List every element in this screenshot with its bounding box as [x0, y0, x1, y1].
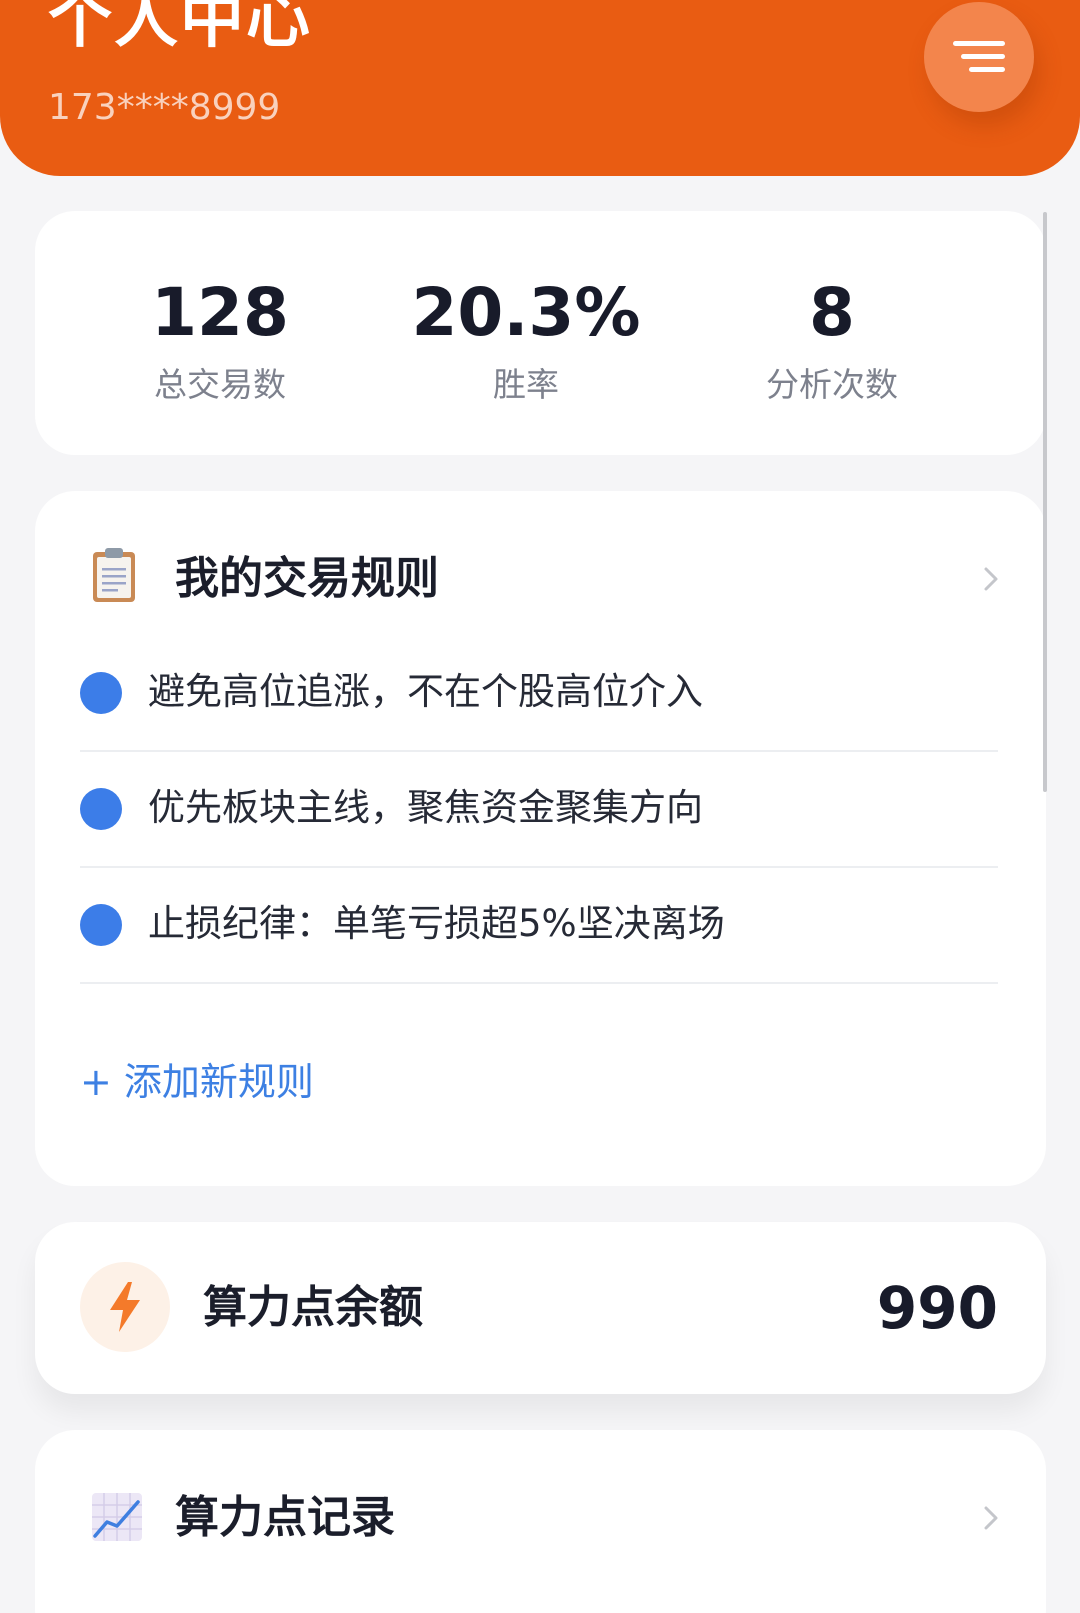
lightning-icon	[110, 1282, 140, 1332]
rule-item[interactable]: 优先板块主线，聚焦资金聚集方向	[80, 752, 998, 868]
divider	[80, 982, 998, 984]
menu-button[interactable]	[924, 2, 1034, 112]
chevron-right-icon	[984, 1506, 998, 1530]
bullet-dot	[80, 672, 122, 714]
compute-records-card: 算力点记录	[35, 1430, 1046, 1613]
compute-records-header[interactable]: 算力点记录	[35, 1430, 1046, 1600]
balance-value: 990	[876, 1274, 998, 1342]
chart-trend-icon	[92, 1493, 142, 1541]
bullet-dot	[80, 904, 122, 946]
stat-value: 20.3%	[411, 274, 641, 351]
lightning-icon-wrapper	[80, 1262, 170, 1352]
profile-page: 个人中心 173****8999 128 总交易数 20.3% 胜率 8 分析次…	[0, 0, 1080, 1613]
rule-item[interactable]: 止损纪律：单笔亏损超5%坚决离场	[80, 868, 998, 984]
add-rule-button[interactable]: + 添加新规则	[80, 1056, 314, 1108]
trading-rules-title: 我的交易规则	[175, 553, 439, 604]
stat-value: 8	[809, 274, 855, 351]
header: 个人中心 173****8999	[0, 0, 1080, 176]
compute-records-title: 算力点记录	[175, 1492, 395, 1543]
rule-text: 止损纪律：单笔亏损超5%坚决离场	[148, 902, 725, 945]
scrollbar[interactable]	[1043, 212, 1047, 792]
compute-balance-card: 算力点余额 990	[35, 1222, 1046, 1394]
bullet-dot	[80, 788, 122, 830]
page-title: 个人中心	[48, 0, 312, 57]
stat-label: 总交易数	[154, 365, 286, 404]
stat-label: 分析次数	[766, 365, 898, 404]
rule-item[interactable]: 避免高位追涨，不在个股高位介入	[80, 636, 998, 752]
clipboard-icon	[93, 548, 135, 602]
stats-card: 128 总交易数 20.3% 胜率 8 分析次数	[35, 211, 1046, 455]
stat-label: 胜率	[493, 365, 559, 404]
rule-text: 避免高位追涨，不在个股高位介入	[148, 670, 703, 713]
phone-number: 173****8999	[48, 87, 281, 128]
rule-text: 优先板块主线，聚焦资金聚集方向	[148, 786, 703, 829]
menu-icon	[953, 41, 1005, 72]
chevron-right-icon	[984, 567, 998, 591]
stat-value: 128	[151, 274, 289, 351]
trading-rules-card: 我的交易规则 避免高位追涨，不在个股高位介入 优先板块主线，聚焦资金聚集方向 止…	[35, 491, 1046, 1186]
balance-label: 算力点余额	[203, 1282, 423, 1333]
